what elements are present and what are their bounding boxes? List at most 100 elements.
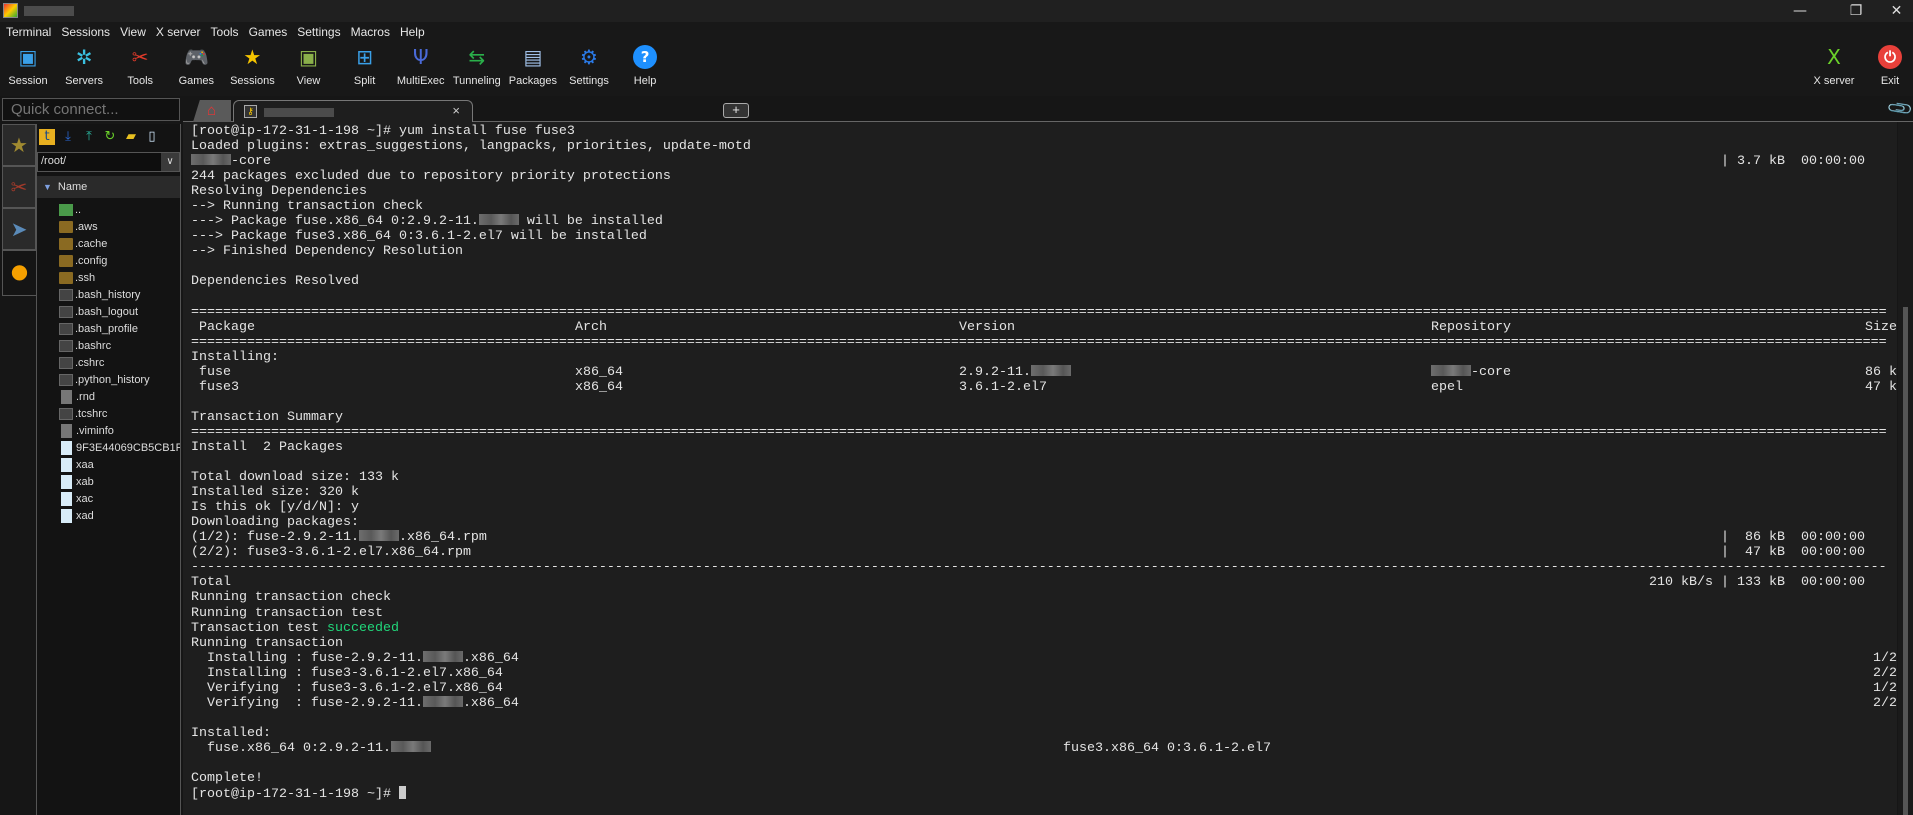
column-label: Name <box>57 181 88 193</box>
file-item[interactable]: .bashrc <box>37 337 180 354</box>
file-item[interactable]: xab <box>37 473 180 490</box>
file-item[interactable]: .config <box>37 252 180 269</box>
file-item[interactable]: xac <box>37 490 180 507</box>
terminal-line: Downloading packages: <box>191 515 1897 530</box>
terminal-scrollbar[interactable] <box>1898 122 1913 815</box>
terminal-line: Loaded plugins: extras_suggestions, lang… <box>191 139 1897 154</box>
file-item[interactable]: .ssh <box>37 269 180 286</box>
file-item[interactable]: .python_history <box>37 371 180 388</box>
x-server-icon: X <box>1827 45 1841 69</box>
chevron-down-icon[interactable]: ∨ <box>161 153 179 171</box>
new-tab-button[interactable]: + <box>723 103 749 118</box>
restore-button[interactable]: ❐ <box>1836 1 1876 21</box>
toolbar-help-button[interactable]: ? Help <box>617 45 673 87</box>
right-value: 86 k <box>1865 364 1897 380</box>
file-icon <box>59 339 73 352</box>
toolbar-view-button[interactable]: ▣ View <box>281 45 337 87</box>
redacted-text <box>1431 364 1471 376</box>
terminal-text: Installed: <box>191 725 271 741</box>
toolbar-x-server-button[interactable]: X X server <box>1806 45 1862 87</box>
globe-icon: ● <box>10 259 29 283</box>
terminal-text: Total download size: 133 k <box>191 470 399 486</box>
menu-macros[interactable]: Macros <box>351 22 390 42</box>
toolbar-sessions-button[interactable]: ★ Sessions <box>224 45 280 87</box>
toolbar-games-button[interactable]: 🎮 Games <box>168 45 224 87</box>
file-icon <box>59 373 73 386</box>
sidebar-tab-sftp[interactable]: ● <box>2 250 36 296</box>
minimize-button[interactable]: — <box>1780 1 1820 21</box>
transfer-stats: | 47 kB 00:00:00 <box>1721 545 1865 561</box>
tab-ssh-session[interactable]: ⚷ × <box>233 100 473 123</box>
upload-icon[interactable]: ⤒ <box>81 129 97 145</box>
file-item[interactable]: .aws <box>37 218 180 235</box>
toolbar-exit-button[interactable]: ⏻ Exit <box>1862 45 1913 87</box>
title-bar: — ❐ ✕ <box>0 0 1913 22</box>
sidebar-tab-macros[interactable]: ➤ <box>2 208 36 250</box>
file-item[interactable]: .. <box>37 201 180 218</box>
download-icon[interactable]: ⤓ <box>60 129 76 145</box>
terminal-text: Transaction Summary <box>191 409 343 425</box>
success-text: succeeded <box>326 620 399 636</box>
file-item[interactable]: .bash_logout <box>37 303 180 320</box>
menu-sessions[interactable]: Sessions <box>61 22 110 42</box>
file-item[interactable]: .rnd <box>37 388 180 405</box>
menu-view[interactable]: View <box>120 22 146 42</box>
file-name: .bash_profile <box>75 322 138 335</box>
toolbar-packages-button[interactable]: ▤ Packages <box>505 45 561 87</box>
toolbar-servers-button[interactable]: ✲ Servers <box>56 45 112 87</box>
separator-line: ========================================… <box>191 334 1887 350</box>
sidebar-tab-tools[interactable]: ✂ <box>2 166 36 208</box>
sidebar-tab-sessions[interactable]: ★ <box>2 124 36 166</box>
file-item[interactable]: .bash_profile <box>37 320 180 337</box>
terminal-output[interactable]: [root@ip-172-31-1-198 ~]# yum install fu… <box>183 122 1897 815</box>
file-name: .tcshrc <box>75 407 108 420</box>
toolbar-label: Exit <box>1880 75 1900 87</box>
refresh-icon[interactable]: ↻ <box>102 129 118 145</box>
terminal-line: Installed: <box>191 726 1897 741</box>
file-item[interactable]: xaa <box>37 456 180 473</box>
parent-folder-icon[interactable]: t <box>39 129 55 145</box>
file-icon <box>61 457 72 472</box>
terminal-text: ---> Package fuse3.x86_64 0:3.6.1-2.el7 … <box>191 229 647 245</box>
menu-tools[interactable]: Tools <box>211 22 239 42</box>
toolbar-session-button[interactable]: ▣ Session <box>0 45 56 87</box>
close-window-button[interactable]: ✕ <box>1880 1 1913 21</box>
quick-connect-input[interactable] <box>2 98 180 121</box>
file-item[interactable]: .viminfo <box>37 422 180 439</box>
file-item[interactable]: .tcshrc <box>37 405 180 422</box>
menu-games[interactable]: Games <box>249 22 288 42</box>
file-item[interactable]: xad <box>37 507 180 524</box>
toolbar-tools-button[interactable]: ✂ Tools <box>112 45 168 87</box>
toolbar-label: Packages <box>508 75 558 87</box>
new-folder-icon[interactable]: ▰ <box>123 129 139 145</box>
menu-bar: Terminal Sessions View X server Tools Games Se… <box>0 22 1913 42</box>
view-icon: ▣ <box>299 45 318 69</box>
scrollbar-thumb[interactable] <box>1903 307 1908 815</box>
transfer-stats: 210 kB/s | 133 kB 00:00:00 <box>1649 575 1865 591</box>
tab-home[interactable]: ⌂ <box>193 100 231 122</box>
menu-help[interactable]: Help <box>400 22 425 42</box>
key-icon: ⚷ <box>244 105 257 118</box>
file-icon <box>61 423 72 438</box>
toolbar-split-button[interactable]: ⊞ Split <box>337 45 393 87</box>
file-item[interactable]: .cshrc <box>37 354 180 371</box>
new-file-icon[interactable]: ▯ <box>144 129 160 145</box>
menu-settings[interactable]: Settings <box>297 22 340 42</box>
close-tab-button[interactable]: × <box>452 103 460 118</box>
toolbar-tunneling-button[interactable]: ⇆ Tunneling <box>449 45 505 87</box>
file-browser-toolbar: t ⤓ ⤒ ↻ ▰ ▯ <box>37 124 180 151</box>
file-item[interactable]: 9F3E44069CB5CB1F6 <box>37 439 180 456</box>
file-item[interactable]: .cache <box>37 235 180 252</box>
menu-x-server[interactable]: X server <box>156 22 201 42</box>
toolbar-multiexec-button[interactable]: Ψ MultiExec <box>393 45 449 87</box>
file-item[interactable]: .bash_history <box>37 286 180 303</box>
file-icon <box>59 356 73 369</box>
path-combo[interactable]: /root/ ∨ <box>37 152 180 172</box>
terminal-text: Complete! <box>191 771 263 787</box>
paperclip-icon[interactable]: 📎 <box>1886 95 1913 124</box>
name-column-header[interactable]: ▼ Name <box>37 176 180 198</box>
menu-terminal[interactable]: Terminal <box>6 22 51 42</box>
toolbar-settings-button[interactable]: ⚙ Settings <box>561 45 617 87</box>
file-icon <box>61 389 72 404</box>
